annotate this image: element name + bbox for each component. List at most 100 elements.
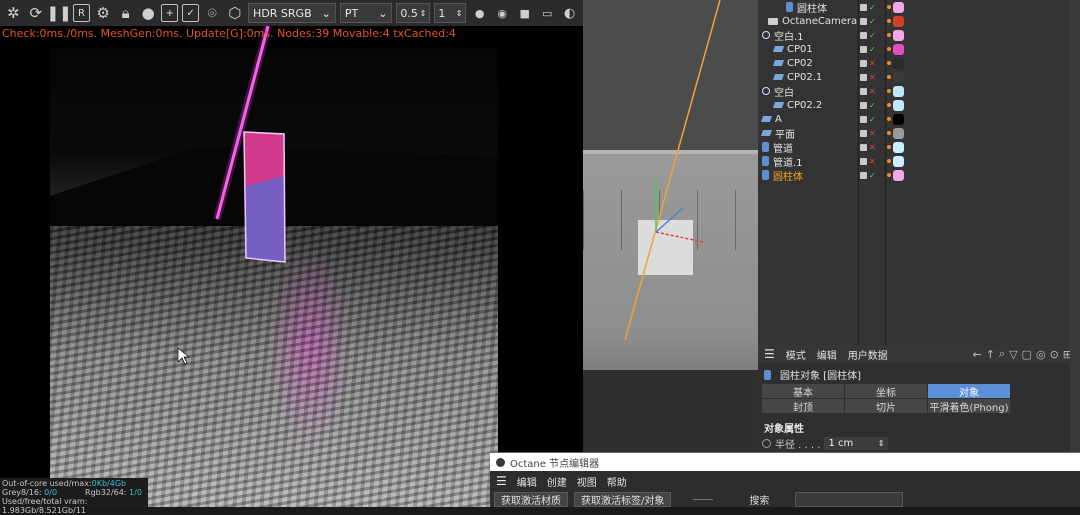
object-row[interactable]: CP01 bbox=[758, 42, 858, 56]
get-active-material-button[interactable]: 获取激活材质 bbox=[494, 492, 568, 507]
phong-tag-icon[interactable] bbox=[887, 75, 891, 79]
toggle-icon[interactable]: ◐ bbox=[560, 3, 579, 23]
back-arrow-icon[interactable]: ← bbox=[972, 348, 981, 361]
menu-user-data[interactable]: 用户数据 bbox=[848, 347, 888, 362]
material-tag-icon[interactable] bbox=[893, 99, 904, 111]
visibility-toggle[interactable] bbox=[860, 115, 867, 123]
lock-icon[interactable]: ◎ bbox=[1036, 348, 1046, 361]
object-row[interactable]: OctaneCamera bbox=[758, 14, 858, 28]
material-tag-icon[interactable] bbox=[893, 155, 904, 167]
enabled-icon[interactable]: ✓ bbox=[869, 45, 876, 54]
object-row[interactable]: 平面 bbox=[758, 126, 858, 141]
up-arrow-icon[interactable]: ↑ bbox=[986, 348, 995, 361]
visibility-toggle[interactable] bbox=[860, 73, 867, 81]
object-flags[interactable]: ✓ bbox=[860, 168, 885, 182]
object-row[interactable]: 圆柱体 bbox=[758, 0, 858, 15]
object-flags[interactable]: ✕ bbox=[860, 84, 885, 98]
disabled-icon[interactable]: ✕ bbox=[869, 157, 876, 166]
link-icon[interactable]: ⊙ bbox=[1050, 348, 1059, 361]
search-icon[interactable]: ⌕ bbox=[999, 347, 1005, 361]
lock-icon[interactable]: 🔒︎ bbox=[116, 3, 135, 23]
enabled-icon[interactable]: ✓ bbox=[869, 31, 876, 40]
material-tag-icon[interactable] bbox=[893, 141, 904, 153]
tab-phong[interactable]: 平滑着色(Phong) bbox=[928, 399, 1010, 414]
object-row[interactable]: 空白.1 bbox=[758, 28, 858, 43]
material-tag-icon[interactable] bbox=[893, 113, 904, 125]
object-flags[interactable]: ✓ bbox=[860, 28, 885, 42]
object-flags[interactable]: ✕ bbox=[860, 154, 885, 168]
object-row[interactable]: CP02.1 bbox=[758, 70, 858, 84]
pin-icon[interactable]: ⌾ bbox=[203, 3, 222, 23]
object-manager-scrollbar[interactable] bbox=[1070, 0, 1080, 345]
disabled-icon[interactable]: ✕ bbox=[869, 73, 876, 82]
disabled-icon[interactable]: ✕ bbox=[869, 129, 876, 138]
menu-edit[interactable]: 编辑 bbox=[817, 347, 837, 362]
visibility-toggle[interactable] bbox=[860, 171, 867, 179]
visibility-toggle[interactable] bbox=[860, 59, 867, 67]
refresh-icon[interactable]: ⟳ bbox=[27, 3, 46, 23]
visibility-toggle[interactable] bbox=[860, 101, 867, 109]
menu-edit[interactable]: 编辑 bbox=[517, 474, 537, 489]
pause-icon[interactable]: ❚❚ bbox=[46, 3, 71, 23]
visibility-toggle[interactable] bbox=[860, 143, 867, 151]
material-tag-icon[interactable] bbox=[893, 29, 904, 41]
focus-icon[interactable]: + bbox=[161, 4, 179, 22]
material-tag-icon[interactable] bbox=[893, 43, 904, 55]
material-tag-icon[interactable] bbox=[893, 85, 904, 97]
tab-basic[interactable]: 基本 bbox=[762, 384, 844, 399]
visibility-toggle[interactable] bbox=[860, 3, 867, 11]
material-tag-icon[interactable] bbox=[893, 57, 904, 69]
phong-tag-icon[interactable] bbox=[887, 145, 891, 149]
phong-tag-icon[interactable] bbox=[887, 103, 891, 107]
tab-coord[interactable]: 坐标 bbox=[845, 384, 927, 399]
settings-icon[interactable]: ✲ bbox=[4, 3, 23, 23]
menu-icon[interactable]: ☰ bbox=[764, 347, 775, 361]
visibility-toggle[interactable] bbox=[860, 31, 867, 39]
enabled-icon[interactable]: ✓ bbox=[869, 115, 876, 124]
object-flags[interactable]: ✓ bbox=[860, 42, 885, 56]
phong-tag-icon[interactable] bbox=[887, 61, 891, 65]
enabled-icon[interactable]: ✓ bbox=[869, 17, 876, 26]
record-icon[interactable]: ◉ bbox=[493, 3, 512, 23]
editor-viewport[interactable] bbox=[583, 0, 758, 452]
tab-object[interactable]: 对象 bbox=[928, 384, 1010, 399]
menu-create[interactable]: 创建 bbox=[547, 474, 567, 489]
value1-stepper[interactable]: 0.5 ⇕ bbox=[396, 3, 431, 23]
disabled-icon[interactable]: ✕ bbox=[869, 143, 876, 152]
clay-icon[interactable]: ● bbox=[139, 3, 158, 23]
phong-tag-icon[interactable] bbox=[887, 47, 891, 51]
menu-view[interactable]: 视图 bbox=[577, 474, 597, 489]
object-flags[interactable]: ✓ bbox=[860, 14, 885, 28]
kernel-select[interactable]: PT ⌄ bbox=[339, 3, 393, 23]
object-row[interactable]: 空白 bbox=[758, 84, 858, 99]
get-active-tag-button[interactable]: 获取激活标签/对象 bbox=[574, 492, 672, 507]
material-tag-icon[interactable] bbox=[893, 15, 904, 27]
value2-stepper[interactable]: 1 ⇕ bbox=[434, 3, 467, 23]
color-space-select[interactable]: HDR SRGB ⌄ bbox=[248, 3, 336, 23]
object-row[interactable]: CP02 bbox=[758, 56, 858, 70]
enabled-icon[interactable]: ✓ bbox=[869, 101, 876, 110]
disabled-icon[interactable]: ✕ bbox=[869, 59, 876, 68]
object-flags[interactable]: ✕ bbox=[860, 126, 885, 140]
material-tag-icon[interactable] bbox=[893, 127, 904, 139]
object-row[interactable]: A bbox=[758, 112, 858, 126]
visibility-toggle[interactable] bbox=[860, 17, 867, 25]
phong-tag-icon[interactable] bbox=[887, 89, 891, 93]
object-row[interactable]: 管道.1 bbox=[758, 154, 858, 169]
region-icon[interactable]: R bbox=[73, 4, 90, 22]
menu-help[interactable]: 帮助 bbox=[607, 474, 627, 489]
film-icon[interactable]: ▭ bbox=[538, 3, 557, 23]
phong-tag-icon[interactable] bbox=[887, 117, 891, 121]
visibility-toggle[interactable] bbox=[860, 45, 867, 53]
object-row[interactable]: 管道 bbox=[758, 140, 858, 155]
phong-tag-icon[interactable] bbox=[887, 131, 891, 135]
object-flags[interactable]: ✓ bbox=[860, 0, 885, 14]
material-tag-icon[interactable] bbox=[893, 71, 904, 83]
phong-tag-icon[interactable] bbox=[887, 5, 891, 9]
enabled-icon[interactable]: ✓ bbox=[869, 171, 876, 180]
enabled-icon[interactable]: ✓ bbox=[869, 3, 876, 12]
object-row[interactable]: 圆柱体 bbox=[758, 168, 858, 183]
render-viewport[interactable]: Check:0ms./0ms. MeshGen:0ms. Update[G]:0… bbox=[0, 26, 583, 507]
phong-tag-icon[interactable] bbox=[887, 159, 891, 163]
new-icon[interactable]: ▢ bbox=[1022, 348, 1032, 361]
